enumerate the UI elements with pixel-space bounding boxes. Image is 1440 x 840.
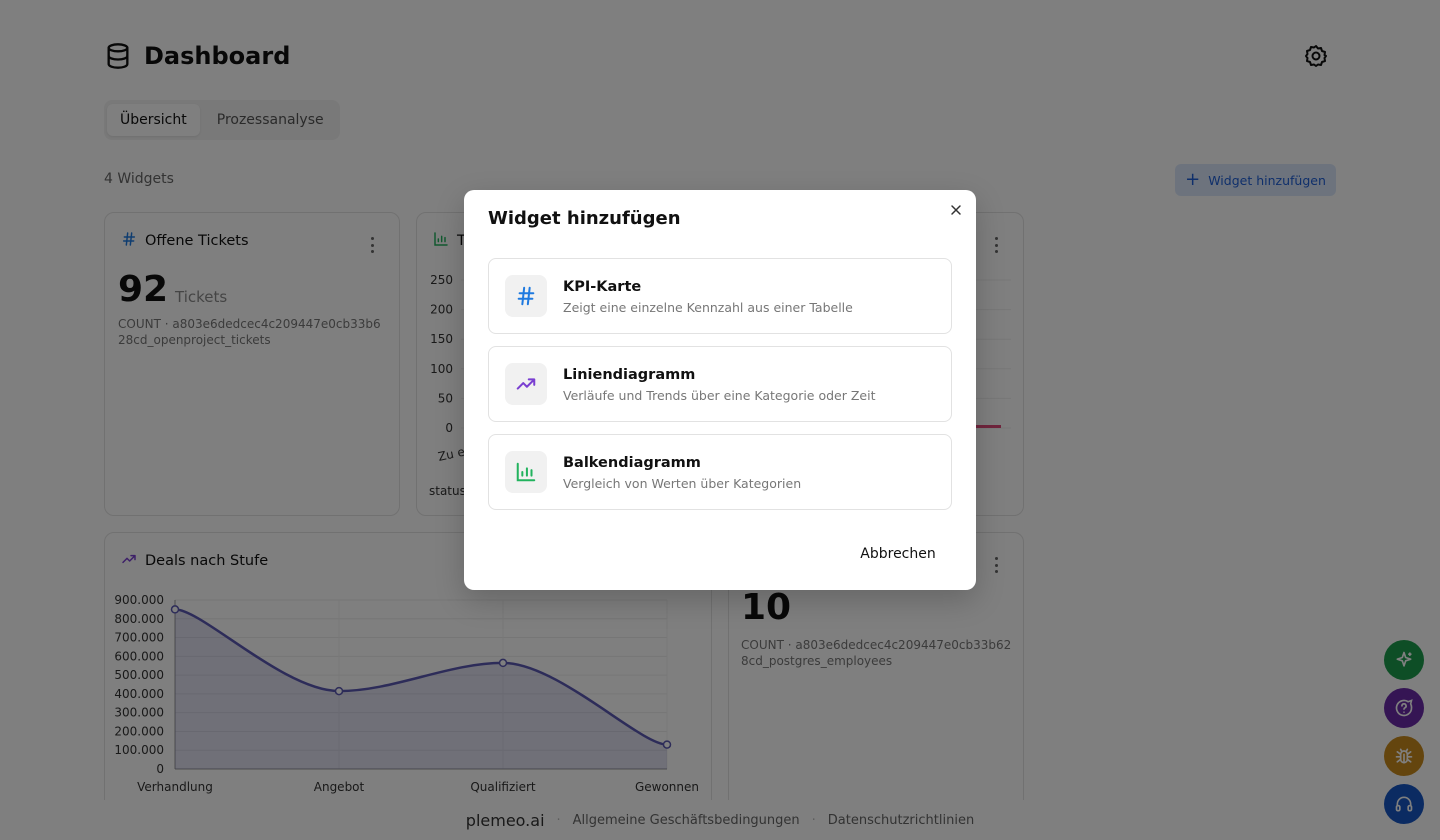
option-description: Vergleich von Werten über Kategorien: [563, 476, 802, 491]
option-title: KPI-Karte: [563, 279, 642, 295]
option-title: Liniendiagramm: [563, 367, 696, 383]
bar-chart-icon: [505, 451, 547, 493]
close-icon[interactable]: [948, 202, 964, 218]
cancel-button[interactable]: Abbrechen: [848, 538, 948, 570]
option-liniendiagramm[interactable]: Liniendiagramm Verläufe und Trends über …: [488, 346, 952, 422]
option-description: Zeigt eine einzelne Kennzahl aus einer T…: [563, 300, 853, 315]
option-balkendiagramm[interactable]: Balkendiagramm Vergleich von Werten über…: [488, 434, 952, 510]
hash-icon: [505, 275, 547, 317]
dialog-title: Widget hinzufügen: [488, 208, 681, 229]
option-title: Balkendiagramm: [563, 455, 701, 471]
option-kpi-karte[interactable]: KPI-Karte Zeigt eine einzelne Kennzahl a…: [488, 258, 952, 334]
add-widget-dialog: Widget hinzufügen KPI-Karte Zeigt eine e…: [464, 190, 976, 590]
trend-icon: [505, 363, 547, 405]
option-description: Verläufe und Trends über eine Kategorie …: [563, 388, 876, 403]
